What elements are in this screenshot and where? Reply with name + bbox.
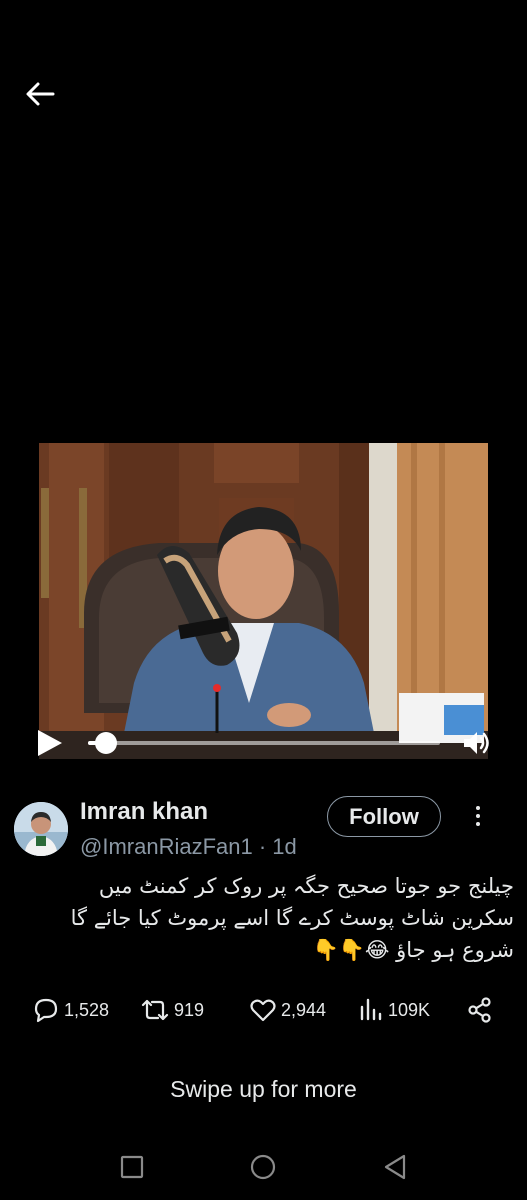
like-button[interactable]: 2,944 (249, 990, 326, 1030)
video-controls (0, 724, 527, 760)
system-nav-bar (0, 1140, 527, 1200)
triangle-back-icon (384, 1154, 406, 1180)
recents-button[interactable] (117, 1152, 147, 1182)
tweet-actions: 1,528 919 2,944 109K (0, 990, 527, 1030)
more-vertical-icon[interactable] (466, 800, 490, 832)
heart-icon (250, 999, 276, 1022)
video-player[interactable] (39, 443, 488, 759)
circle-icon (250, 1154, 276, 1180)
play-icon (38, 730, 62, 756)
tweet-line: سکرین شاٹ پوسٹ کرے گا اسے پرموٹ کیا جائے… (70, 906, 514, 930)
share-icon (468, 997, 491, 1023)
tweet-text: چیلنج جو جوتا صحیح جگہ پر روک کر کمنٹ می… (20, 870, 514, 966)
comment-icon (34, 998, 58, 1023)
home-button[interactable] (248, 1152, 278, 1182)
volume-icon (464, 732, 489, 754)
video-progress-track[interactable] (88, 741, 440, 745)
author-row: Imran khan @ImranRiazFan1 · 1d Follow (0, 796, 527, 866)
back-button[interactable] (22, 78, 58, 110)
retweet-icon (141, 999, 169, 1021)
like-count: 2,944 (281, 999, 327, 1020)
play-button[interactable] (36, 728, 64, 758)
retweet-count: 919 (174, 999, 205, 1020)
reply-count: 1,528 (64, 999, 110, 1020)
follow-button[interactable]: Follow (327, 796, 441, 837)
avatar[interactable] (14, 802, 68, 856)
avatar-image (14, 802, 68, 856)
views-count: 109K (388, 999, 431, 1020)
author-handle: @ImranRiazFan1 · 1d (80, 834, 297, 859)
tweet-line: شروع ہو جاؤ 😂👇👇 (312, 938, 514, 962)
views-button[interactable]: 109K (358, 990, 430, 1030)
system-back-button[interactable] (380, 1152, 410, 1182)
video-frame (39, 443, 488, 759)
square-icon (120, 1155, 144, 1179)
swipe-hint: Swipe up for more (170, 1076, 357, 1102)
retweet-button[interactable]: 919 (140, 990, 204, 1030)
author-name[interactable]: Imran khan (80, 798, 208, 826)
views-icon (360, 998, 382, 1021)
tweet-line: چیلنج جو جوتا صحیح جگہ پر روک کر کمنٹ می… (98, 874, 514, 898)
volume-button[interactable] (462, 729, 492, 757)
reply-button[interactable]: 1,528 (32, 990, 109, 1030)
share-button[interactable] (466, 990, 494, 1030)
arrow-left-icon (26, 82, 55, 106)
video-progress-thumb[interactable] (94, 732, 117, 754)
